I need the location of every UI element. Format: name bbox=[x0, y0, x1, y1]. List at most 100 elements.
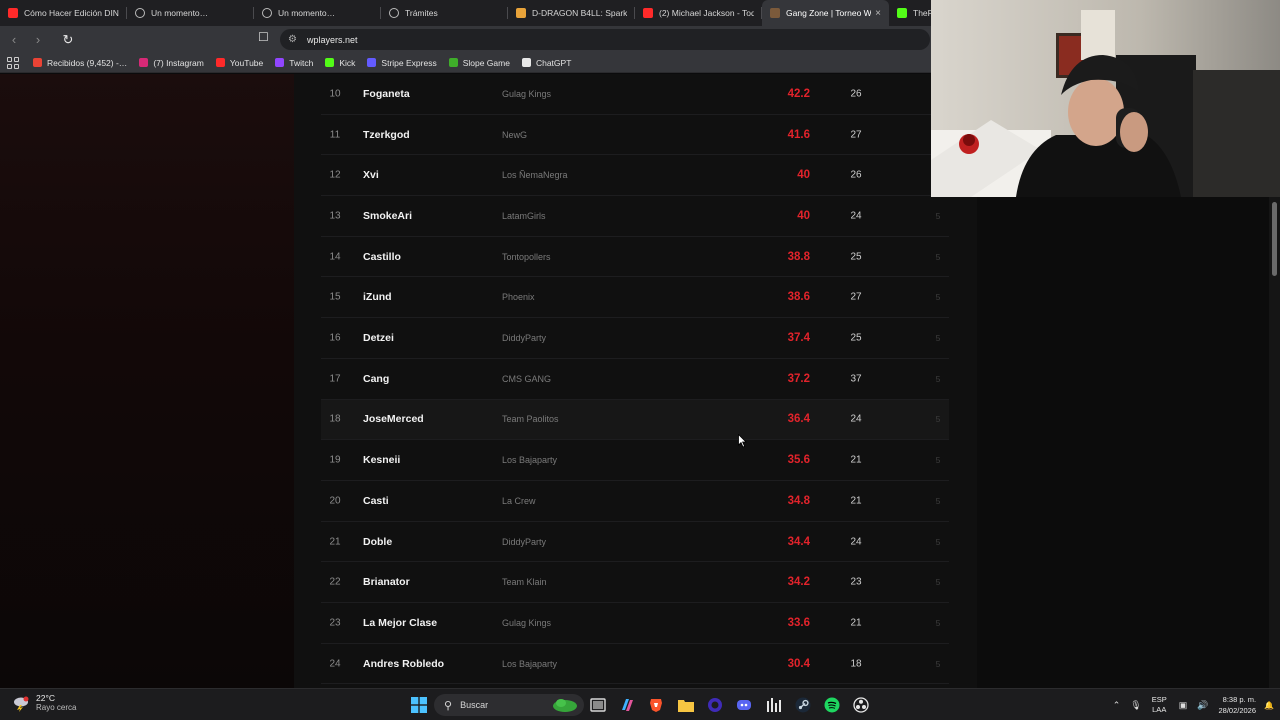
rank-cell: 13 bbox=[329, 210, 341, 222]
page-background-left bbox=[0, 74, 294, 688]
table-row[interactable]: 22 Brianator Team Klain 34.2 23 5 bbox=[321, 562, 949, 604]
table-row[interactable]: 19 Kesneii Los Bajaparty 35.6 21 5 bbox=[321, 440, 949, 481]
back-icon[interactable]: ‹ bbox=[4, 30, 24, 50]
chevron-up-icon[interactable]: ⌃ bbox=[1113, 700, 1121, 711]
instagram-icon bbox=[139, 58, 149, 67]
bookmark-6[interactable]: Slope Game bbox=[448, 57, 510, 68]
score-cell: 34.4 bbox=[787, 535, 810, 548]
team-name-cell: La Crew bbox=[502, 495, 536, 506]
network-icon[interactable]: ▣ bbox=[1179, 700, 1188, 711]
dragonball-icon bbox=[516, 8, 526, 18]
cortana-ring-icon[interactable] bbox=[706, 696, 724, 714]
tab-1[interactable]: Un momento… bbox=[127, 0, 254, 26]
matches-cell: 5 bbox=[935, 373, 941, 384]
tab-6[interactable]: Gang Zone | Torneo W × bbox=[762, 0, 889, 26]
score-cell: 42.2 bbox=[787, 87, 810, 100]
table-row[interactable]: 16 Detzei DiddyParty 37.4 25 5 bbox=[321, 318, 949, 359]
webcam-overlay bbox=[931, 0, 1280, 197]
chatgpt-icon bbox=[521, 58, 531, 67]
rank-cell: 17 bbox=[329, 373, 341, 385]
table-row[interactable]: 10FoganetaGulag Kings42.2265 bbox=[321, 74, 949, 115]
close-tab-icon[interactable]: × bbox=[875, 8, 881, 19]
matches-cell: 5 bbox=[935, 292, 941, 303]
table-row[interactable]: 21 Doble DiddyParty 34.4 24 5 bbox=[321, 522, 949, 563]
player-name-cell: Detzei bbox=[363, 332, 394, 345]
team-name-cell: NewG bbox=[502, 129, 528, 140]
steam-icon[interactable] bbox=[794, 696, 812, 714]
player-name-cell: Xvi bbox=[363, 169, 379, 182]
url-field[interactable]: ⚙ wplayers.net bbox=[280, 29, 930, 50]
table-row[interactable]: 17 Cang CMS GANG 37.2 37 5 bbox=[321, 359, 949, 400]
team-name-cell: Los Bajaparty bbox=[502, 455, 558, 466]
language-indicator[interactable]: ESP LAA bbox=[1152, 695, 1167, 715]
spotify-icon[interactable] bbox=[823, 696, 841, 714]
team-name-cell: DiddyParty bbox=[502, 333, 547, 344]
player-name-cell: Castillo bbox=[363, 250, 401, 263]
forward-icon[interactable]: › bbox=[28, 30, 48, 50]
player-name-cell: Brianator bbox=[363, 576, 410, 589]
clock[interactable]: 8:38 p. m. 28/02/2026 bbox=[1218, 694, 1256, 716]
scrollbar-thumb[interactable] bbox=[1272, 202, 1277, 276]
bookmark-label: Kick bbox=[339, 57, 356, 68]
language-code: ESP bbox=[1151, 695, 1167, 704]
player-name-cell: Tzerkgod bbox=[363, 128, 410, 141]
score-cell: 37.4 bbox=[787, 332, 810, 345]
table-row[interactable]: 18 JoseMerced Team Paolitos 36.4 24 5 bbox=[321, 399, 949, 441]
apps-grid-icon[interactable] bbox=[7, 56, 19, 69]
player-name-cell: Andres Robledo bbox=[363, 657, 445, 670]
table-row[interactable]: 14 Castillo Tontopollers 38.8 25 5 bbox=[321, 237, 949, 278]
tab-0[interactable]: Cómo Hacer Edición DINÁ bbox=[0, 0, 127, 26]
table-row[interactable]: 11TzerkgodNewG41.6275 bbox=[321, 115, 949, 156]
bookmark-5[interactable]: Stripe Express bbox=[367, 58, 437, 68]
bookmark-0[interactable]: Recibidos (9,452) -… bbox=[33, 58, 127, 68]
table-row[interactable]: 15 iZund Phoenix 38.6 27 5 bbox=[321, 278, 949, 319]
kills-cell: 24 bbox=[850, 413, 862, 425]
team-name-cell: LatamGirls bbox=[502, 210, 546, 221]
table-row[interactable]: 24 Andres Robledo Los Bajaparty 30.4 18 5 bbox=[321, 644, 949, 685]
task-view-icon[interactable] bbox=[589, 696, 607, 714]
kills-cell: 26 bbox=[850, 88, 862, 100]
volume-icon[interactable]: 🔊 bbox=[1197, 700, 1208, 711]
score-cell: 37.2 bbox=[787, 372, 810, 385]
keyboard-layout: LAA bbox=[1152, 705, 1167, 714]
tab-2[interactable]: Un momento… bbox=[254, 0, 381, 26]
audio-mixer-icon[interactable] bbox=[765, 696, 783, 714]
player-name-cell: Doble bbox=[363, 535, 393, 548]
windows-start-icon[interactable] bbox=[410, 696, 428, 714]
reload-icon[interactable]: ↻ bbox=[58, 30, 78, 50]
weather-widget[interactable]: 22°C Rayo cerca bbox=[12, 693, 76, 712]
tab-label: D-DRAGON B4LL: Sparking bbox=[532, 8, 627, 18]
tab-label: Un momento… bbox=[151, 8, 209, 18]
tab-4[interactable]: D-DRAGON B4LL: Sparking bbox=[508, 0, 635, 26]
table-row[interactable]: 23 La Mejor Clase Gulag Kings 33.6 21 5 bbox=[321, 603, 949, 644]
kills-cell: 26 bbox=[850, 169, 862, 181]
bookmark-icon[interactable]: ☐ bbox=[258, 30, 269, 44]
brave-browser-icon[interactable] bbox=[647, 696, 665, 714]
player-name-cell: Foganeta bbox=[363, 87, 410, 100]
player-name-cell: SmokeAri bbox=[363, 209, 413, 222]
bookmark-3[interactable]: Twitch bbox=[275, 58, 313, 68]
table-row[interactable]: 13 SmokeAri LatamGirls 40 24 5 bbox=[321, 196, 949, 237]
bookmark-label: Slope Game bbox=[462, 57, 510, 68]
file-explorer-icon[interactable] bbox=[677, 696, 695, 714]
bookmark-4[interactable]: Kick bbox=[325, 58, 355, 68]
kick-icon bbox=[325, 58, 335, 67]
site-info-icon[interactable]: ⚙ bbox=[288, 34, 297, 45]
notification-bell-icon[interactable]: 🔔 bbox=[1264, 701, 1274, 710]
bookmark-7[interactable]: ChatGPT bbox=[521, 58, 571, 68]
microphone-icon[interactable]: 🎙 bbox=[1130, 700, 1141, 711]
copilot-icon[interactable] bbox=[618, 696, 636, 714]
table-row[interactable]: 12XviLos ÑemaNegra40265 bbox=[321, 155, 949, 197]
tab-5[interactable]: (2) Michael Jackson - Todo bbox=[635, 0, 762, 26]
team-name-cell: DiddyParty bbox=[502, 536, 547, 547]
table-row[interactable]: 20 Casti La Crew 34.8 21 5 bbox=[321, 481, 949, 522]
rank-cell: 15 bbox=[329, 291, 341, 303]
copilot-cloud-icon[interactable] bbox=[552, 696, 578, 714]
tab-3[interactable]: Trámites bbox=[381, 0, 508, 26]
obs-studio-icon[interactable] bbox=[852, 696, 870, 714]
rank-cell: 22 bbox=[329, 576, 341, 588]
bookmark-1[interactable]: (7) Instagram bbox=[139, 58, 204, 68]
discord-icon[interactable] bbox=[735, 696, 753, 714]
bookmark-2[interactable]: YouTube bbox=[215, 58, 263, 68]
matches-cell: 5 bbox=[935, 658, 941, 669]
